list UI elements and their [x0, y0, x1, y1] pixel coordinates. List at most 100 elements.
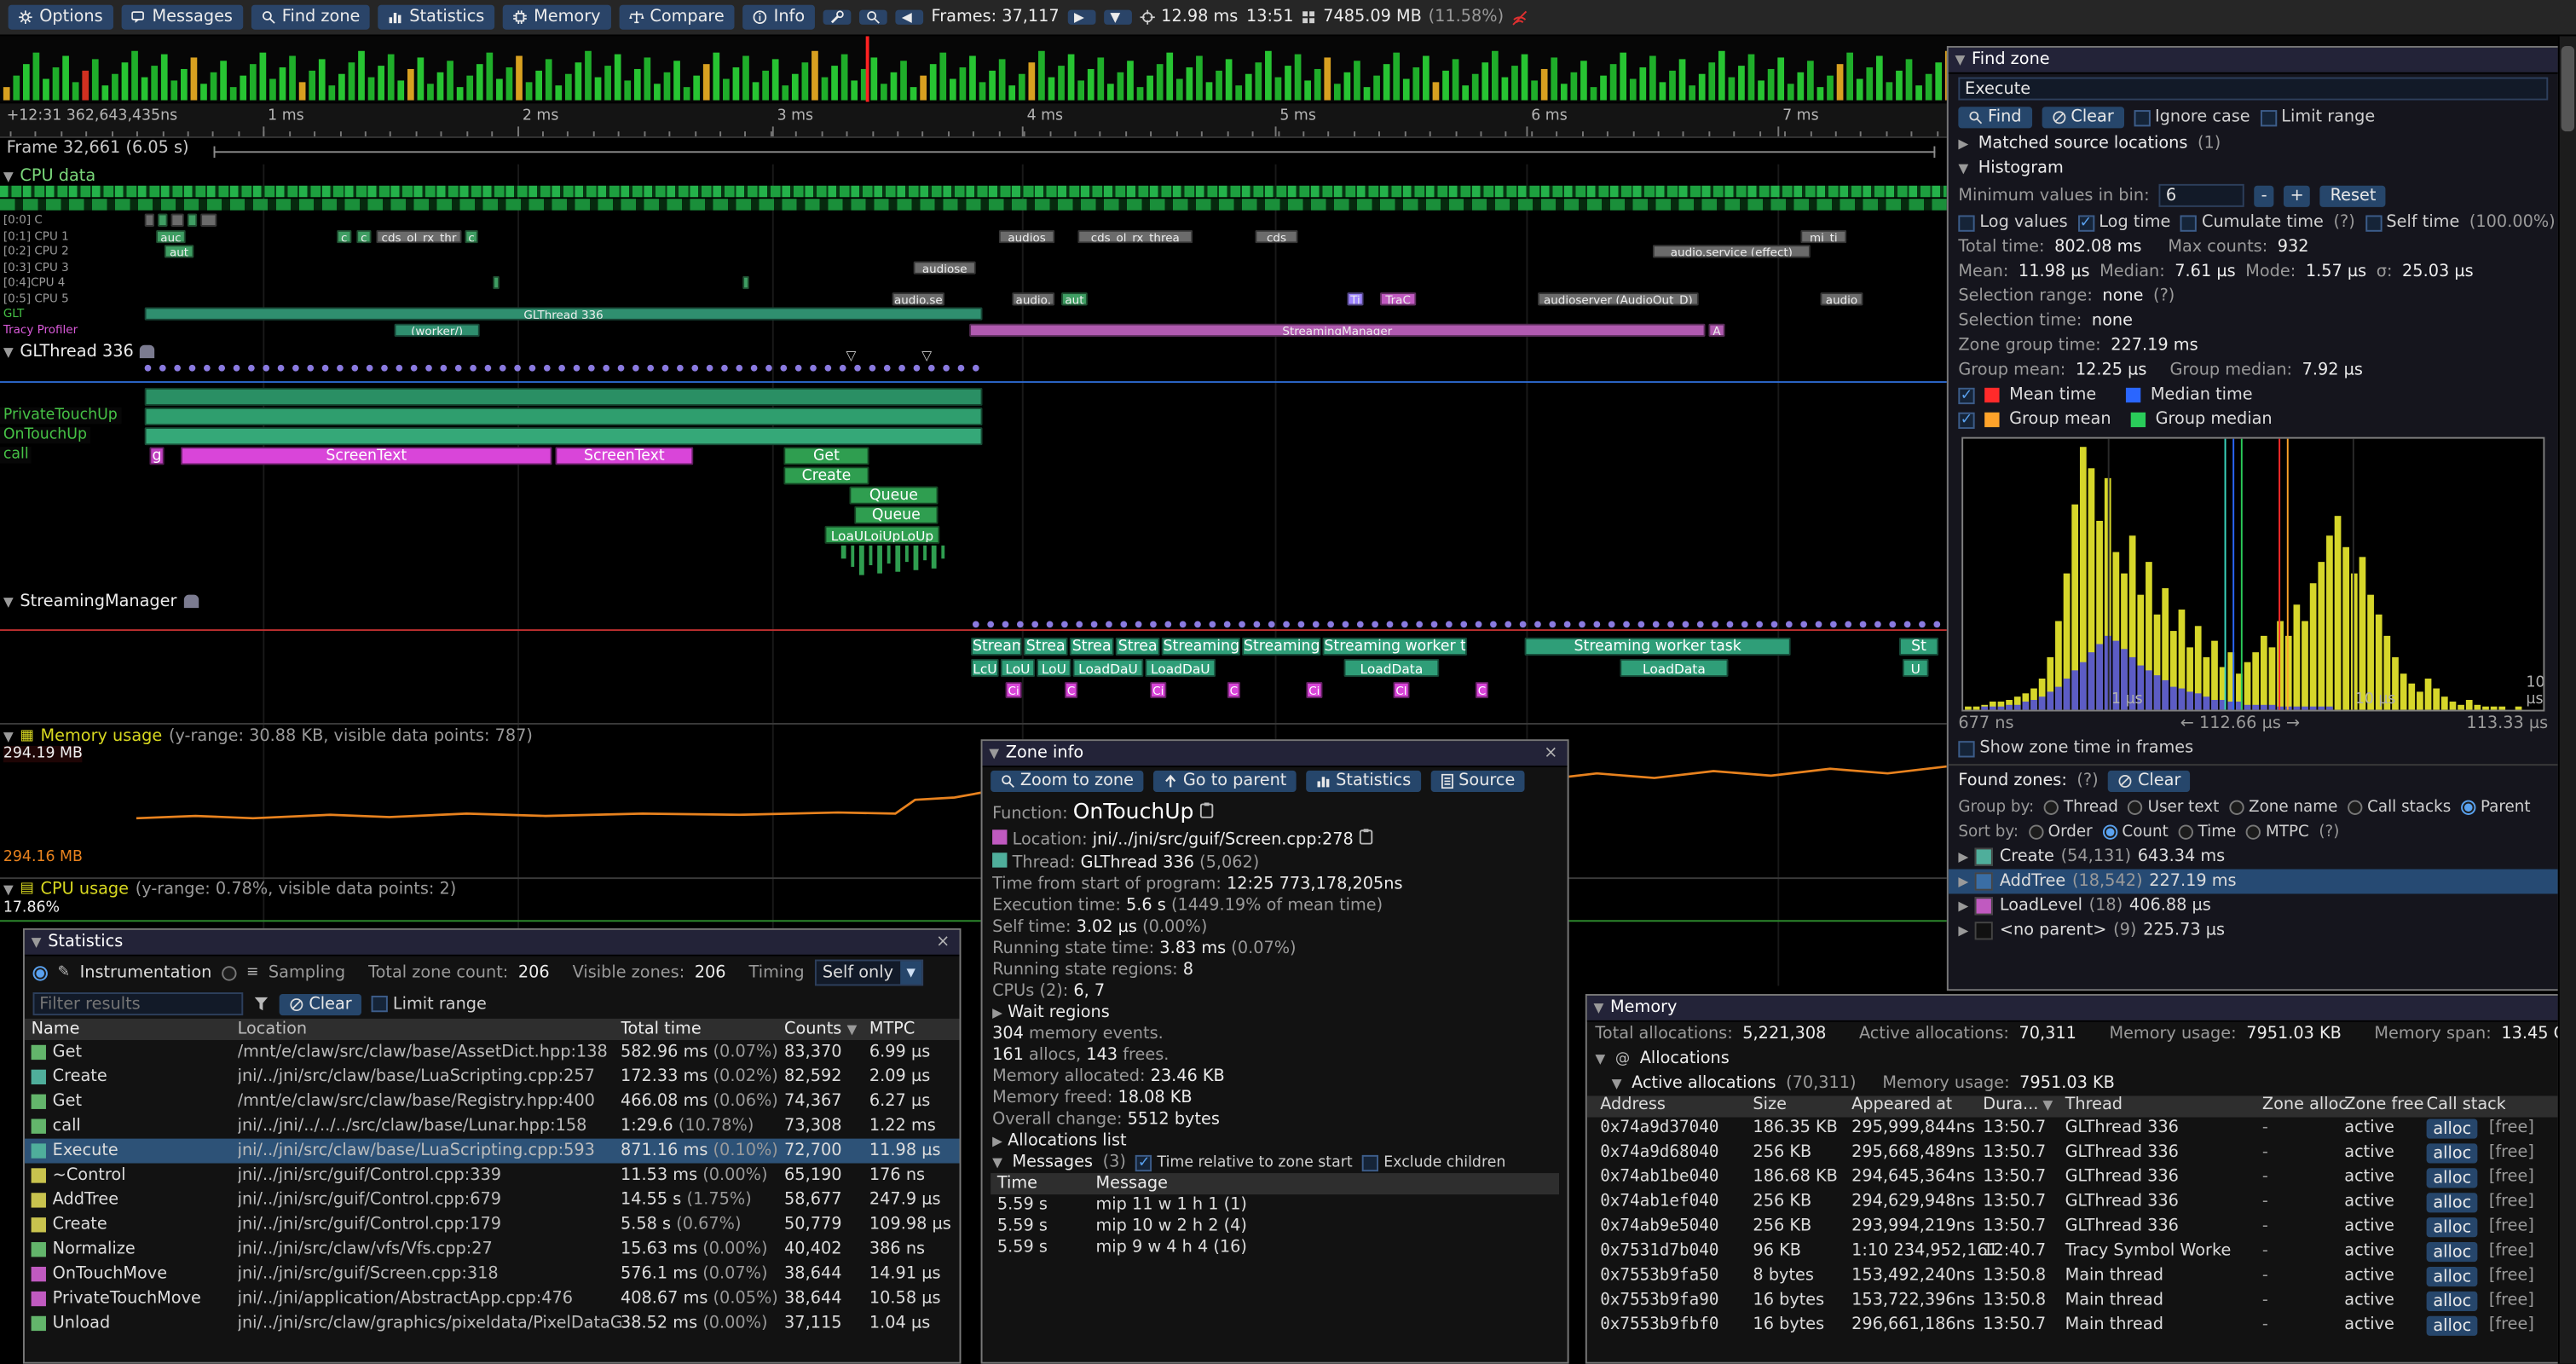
frame-bar[interactable]	[1729, 78, 1736, 101]
column-header-zone-alloc[interactable]: Zone alloc	[2262, 1096, 2348, 1114]
histogram-label[interactable]: Histogram	[1978, 159, 2064, 177]
checkbox-checked-icon[interactable]: ✓	[1958, 387, 1974, 403]
frame-bar[interactable]	[841, 55, 848, 101]
frame-bar[interactable]	[939, 53, 946, 101]
frame-bar[interactable]	[1797, 72, 1804, 101]
statistics-button[interactable]: Statistics	[1306, 771, 1420, 792]
frame-bar[interactable]	[1314, 69, 1321, 101]
frame-bar[interactable]	[1255, 62, 1262, 100]
frame-bar[interactable]	[999, 59, 1006, 100]
timeline-zone[interactable]: Streaming	[1162, 638, 1241, 656]
frame-bar[interactable]	[1620, 53, 1626, 101]
frame-bar[interactable]	[1481, 62, 1488, 100]
frame-bar[interactable]	[1324, 57, 1331, 100]
frame-bar[interactable]	[1531, 80, 1538, 100]
min-bin-input[interactable]	[2159, 184, 2244, 207]
message-dot[interactable]	[1343, 621, 1349, 628]
message-dot[interactable]	[884, 365, 891, 372]
message-dot[interactable]	[973, 621, 979, 628]
frame-bar[interactable]	[506, 67, 513, 101]
frame-bar[interactable]	[437, 72, 444, 101]
tiny-zone-tick[interactable]	[859, 546, 863, 575]
cpu-zone[interactable]: c	[337, 229, 351, 242]
frame-bar[interactable]	[1935, 62, 1942, 100]
column-header-location[interactable]: Location	[238, 1020, 621, 1038]
frame-bar[interactable]	[1196, 56, 1203, 101]
message-dot[interactable]	[1047, 621, 1054, 628]
frame-bar[interactable]	[92, 59, 99, 100]
message-dot[interactable]	[485, 365, 492, 372]
frame-bar[interactable]	[1522, 55, 1528, 101]
frame-bar[interactable]	[930, 64, 937, 100]
message-row[interactable]: 5.59 smip 9 w 4 h 4 (16)	[991, 1237, 1559, 1258]
message-dot[interactable]	[1298, 621, 1305, 628]
message-dot[interactable]	[1106, 621, 1112, 628]
message-dot[interactable]	[1712, 621, 1718, 628]
frame-bar[interactable]	[811, 51, 818, 101]
frame-bar[interactable]	[1660, 82, 1666, 100]
frame-bar[interactable]	[1364, 87, 1371, 100]
frame-bar[interactable]	[388, 55, 395, 101]
message-dot[interactable]	[825, 365, 832, 372]
message-dot[interactable]	[1683, 621, 1689, 628]
message-dot[interactable]	[1609, 621, 1615, 628]
frame-bar[interactable]	[122, 62, 129, 100]
message-dot[interactable]	[1476, 621, 1482, 628]
tiny-zone-tick[interactable]	[850, 546, 854, 567]
column-header-appeared-at[interactable]: Appeared at	[1851, 1096, 1952, 1114]
message-dot[interactable]	[973, 365, 979, 372]
message-dot[interactable]	[411, 365, 418, 372]
frame-bar[interactable]	[260, 53, 267, 101]
expand-icon[interactable]: ▶	[1958, 849, 1968, 864]
allocation-row[interactable]: 0x7553b9fa508 bytes153,492,240ns13:50.8M…	[1587, 1265, 2558, 1290]
message-dot[interactable]	[529, 365, 536, 372]
message-row[interactable]: 5.59 smip 11 w 1 h 1 (1)	[991, 1194, 1559, 1216]
frame-bar[interactable]	[200, 84, 207, 100]
frame-bar[interactable]	[664, 72, 671, 101]
allocation-row[interactable]: 0x7531d7b04096 KB1:10 234,952,16112:40.7…	[1587, 1240, 2558, 1265]
frame-bar[interactable]	[358, 51, 365, 101]
message-dot[interactable]	[1697, 621, 1704, 628]
frame-bar[interactable]	[1304, 80, 1311, 100]
message-dot[interactable]	[603, 365, 609, 372]
table-row[interactable]: Get/mnt/e/claw/src/claw/base/AssetDict.h…	[25, 1040, 960, 1065]
found-zone-row[interactable]: ▶AddTree(18,542)227.19 ms	[1949, 870, 2558, 894]
message-dot[interactable]	[588, 365, 595, 372]
frame-bar[interactable]	[822, 78, 829, 101]
frame-bar[interactable]	[289, 56, 296, 101]
filter-input[interactable]	[33, 992, 244, 1015]
location-value[interactable]: jni/../jni/src/guif/Screen.cpp:278	[1093, 831, 1354, 849]
frame-bar[interactable]	[33, 53, 40, 101]
expand-icon[interactable]: ▶	[1958, 136, 1968, 151]
compare-button[interactable]: Compare	[619, 5, 735, 30]
allocation-address[interactable]: 0x7531d7b040	[1600, 1242, 1718, 1260]
allocation-row[interactable]: 0x74a9d68040256 KB295,668,489ns13:50.7GL…	[1587, 1141, 2558, 1166]
cpu-zone[interactable]: A	[1708, 323, 1724, 336]
message-dot[interactable]	[1800, 621, 1807, 628]
timeline-zone[interactable]: Queue	[849, 486, 938, 504]
timeline-zone[interactable]: U	[1903, 659, 1929, 677]
expand-icon[interactable]: ▶	[1958, 899, 1968, 913]
message-dot[interactable]	[632, 365, 639, 372]
frame-bar[interactable]	[891, 72, 898, 101]
table-row[interactable]: Normalizejni/../jni/src/claw/vfs/Vfs.cpp…	[25, 1237, 960, 1262]
frame-bar[interactable]	[1689, 85, 1695, 100]
collapse-icon[interactable]: ▼	[3, 881, 14, 896]
message-dot[interactable]	[707, 365, 713, 372]
timeline-zone[interactable]: St	[1899, 638, 1938, 656]
search-tool-button[interactable]	[859, 10, 887, 25]
message-dot[interactable]	[869, 365, 876, 372]
frame-bar[interactable]	[870, 57, 877, 100]
find-zone-input[interactable]	[1958, 78, 2548, 101]
message-dot[interactable]	[1727, 621, 1734, 628]
frame-bar[interactable]	[1097, 57, 1104, 100]
frame-bar[interactable]	[280, 67, 286, 101]
frame-bar[interactable]	[1788, 84, 1794, 100]
frame-bar[interactable]	[1807, 61, 1814, 100]
frame-bar[interactable]	[1373, 76, 1380, 101]
message-dot[interactable]	[441, 365, 448, 372]
group-option-user-text[interactable]: User text	[2128, 799, 2219, 817]
frame-bar[interactable]	[72, 82, 79, 100]
message-dot[interactable]	[263, 365, 269, 372]
frame-bar[interactable]	[950, 79, 956, 101]
